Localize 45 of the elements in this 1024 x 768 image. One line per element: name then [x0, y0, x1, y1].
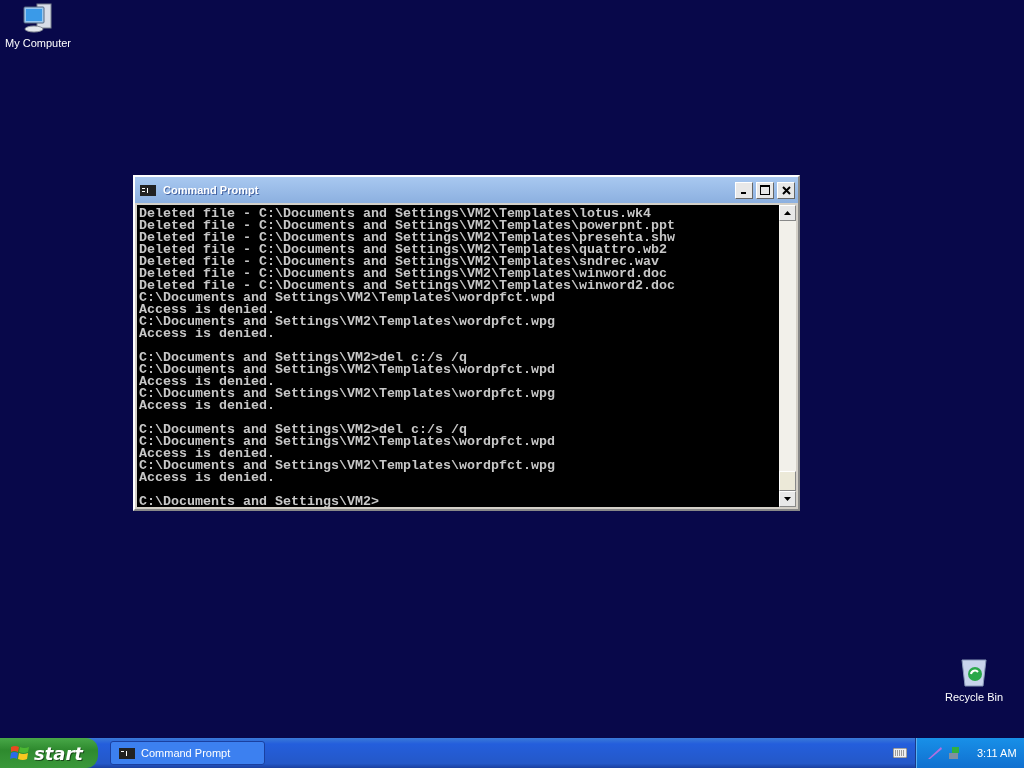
recycle-bin-icon[interactable] [959, 656, 989, 688]
console-line: Deleted file - C:\Documents and Settings\VM2\Templates\winword2.doc [139, 280, 676, 292]
down-arrow-icon [784, 497, 791, 501]
console-line: Access is denied. [139, 472, 275, 484]
console-line: C:\Documents and Settings\VM2\Templates\wordpfct.wpg [139, 388, 556, 400]
icon-label[interactable]: My Computer [5, 37, 71, 49]
start-button[interactable]: start [0, 738, 98, 768]
windows-flag-icon [10, 744, 30, 762]
up-arrow-icon [784, 211, 791, 215]
console-line: C:\Documents and Settings\VM2\Templates\wordpfct.wpd [139, 436, 556, 448]
console-line: Access is denied. [139, 400, 275, 412]
console-line: C:\Documents and Settings\VM2> [139, 496, 380, 507]
console-line: C:\Documents and Settings\VM2>del c:/s /q [139, 352, 467, 364]
clock[interactable]: 3:11 AM [977, 747, 1017, 759]
console-line: Deleted file - C:\Documents and Settings\VM2\Templates\presenta.shw [139, 232, 676, 244]
console-line: Deleted file - C:\Documents and Settings\VM2\Templates\quattro.wb2 [139, 244, 667, 256]
close-button[interactable] [777, 181, 795, 199]
scroll-thumb[interactable] [779, 471, 796, 491]
minimize-button[interactable] [735, 181, 753, 199]
console-line: Access is denied. [139, 304, 275, 316]
console-line: Deleted file - C:\Documents and Settings\VM2\Templates\lotus.wk4 [139, 208, 651, 220]
console-line: Access is denied. [139, 328, 275, 340]
console-line: Deleted file - C:\Documents and Settings\VM2\Templates\powerpnt.ppt [139, 220, 676, 232]
console-icon [140, 184, 156, 196]
taskbar-button[interactable]: Command Prompt [110, 741, 265, 765]
console-line: C:\Documents and Settings\VM2\Templates\wordpfct.wpd [139, 292, 555, 304]
console-line: Deleted file - C:\Documents and Settings\VM2\Templates\winword.doc [139, 268, 667, 280]
icon-label[interactable]: Recycle Bin [944, 691, 1004, 703]
console-line: Access is denied. [139, 448, 275, 460]
window-title: Command Prompt [163, 184, 260, 196]
close-icon [781, 185, 791, 195]
console-line: C:\Documents and Settings\VM2\Templates\wordpfct.wpg [139, 460, 556, 472]
maximize-icon [760, 185, 770, 195]
console-line: Access is denied. [139, 376, 275, 388]
scroll-down-button[interactable] [779, 491, 796, 507]
console-line: Deleted file - C:\Documents and Settings\VM2\Templates\sndrec.wav [139, 256, 659, 268]
scrollbar[interactable] [779, 205, 796, 507]
computer-icon[interactable] [21, 2, 55, 34]
console-line: C:\Documents and Settings\VM2\Templates\wordpfct.wpd [139, 364, 556, 376]
console-line: C:\Documents and Settings\VM2>del c:/s /q [139, 424, 467, 436]
maximize-button[interactable] [756, 181, 774, 199]
console-line: C:\Documents and Settings\VM2\Templates\wordpfct.wpg [139, 316, 556, 328]
console-icon [119, 747, 135, 759]
keyboard-icon[interactable] [893, 748, 907, 758]
scroll-up-button[interactable] [779, 205, 796, 221]
